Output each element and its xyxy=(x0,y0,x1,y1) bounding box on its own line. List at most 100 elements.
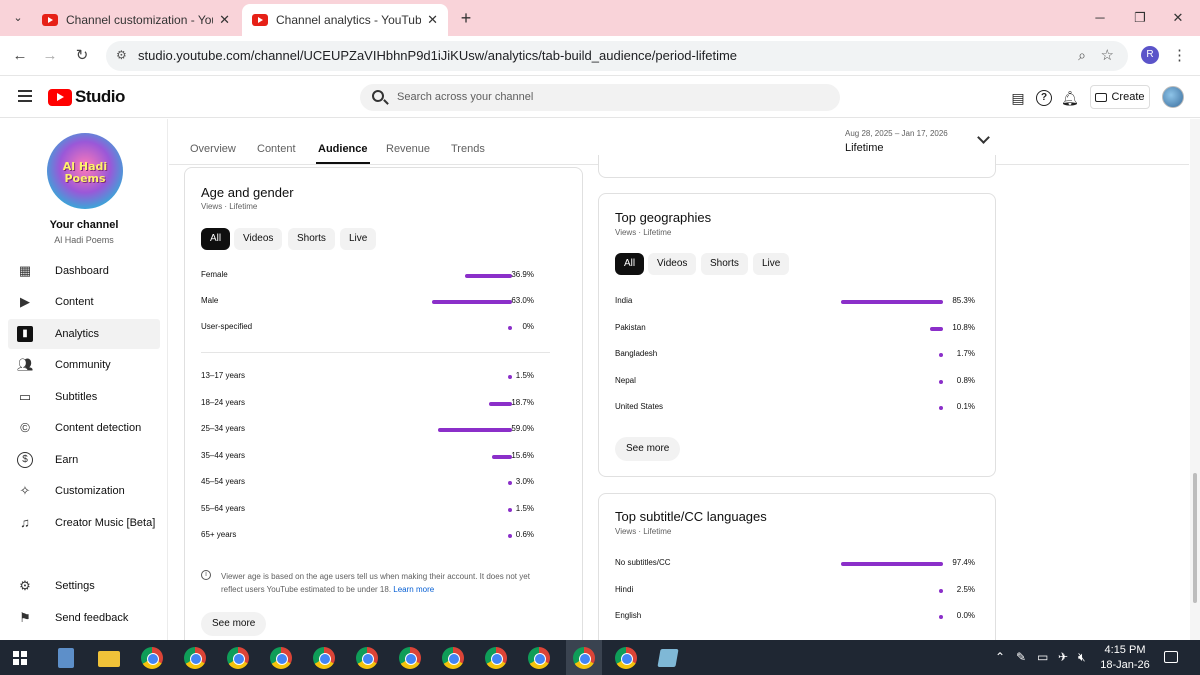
windows-taskbar: ⌃ ✎ ▭ ✈ 🔇︎ 4:15 PM 18-Jan-26 xyxy=(0,640,1200,675)
search-input[interactable]: Search across your channel xyxy=(360,84,840,111)
browser-menu-icon[interactable]: ⋮ xyxy=(1172,46,1187,64)
close-icon[interactable]: ✕ xyxy=(427,12,438,28)
sidebar-item-dashboard[interactable]: ▦ Dashboard xyxy=(8,256,160,286)
file-explorer-icon[interactable] xyxy=(98,651,120,667)
magic-wand-icon: ✧ xyxy=(19,483,31,498)
chrome-profile-icon[interactable] xyxy=(615,647,637,669)
forward-icon[interactable]: → xyxy=(40,46,60,66)
sidebar-item-analytics[interactable]: ▮ Analytics xyxy=(8,319,160,349)
chrome-profile-icon[interactable] xyxy=(313,647,335,669)
restore-icon[interactable]: ❐ xyxy=(1130,8,1150,28)
hamburger-menu-icon[interactable] xyxy=(18,90,32,102)
sidebar-item-customization[interactable]: ✧ Customization xyxy=(8,476,160,506)
tab-overview[interactable]: Overview xyxy=(190,143,236,155)
notifications-icon[interactable] xyxy=(1164,651,1178,663)
sidebar-item-creator-music[interactable]: ♫ Creator Music [Beta] xyxy=(8,508,160,538)
notifications-bell-icon[interactable]: 🔔︎ xyxy=(1061,90,1079,106)
community-icon: 👥︎ xyxy=(17,357,34,372)
sidebar: Al Hadi Poems Your channel Al Hadi Poems… xyxy=(0,119,168,640)
profile-avatar[interactable]: R xyxy=(1141,46,1159,64)
filter-chip-shorts[interactable]: Shorts xyxy=(288,228,335,250)
chrome-profile-icon[interactable] xyxy=(184,647,206,669)
pen-icon[interactable]: ✎ xyxy=(1016,650,1026,664)
sidebar-item-content[interactable]: ▶ Content xyxy=(8,287,160,317)
bookmark-star-icon[interactable]: ☆ xyxy=(1101,46,1114,64)
filter-chip-videos[interactable]: Videos xyxy=(648,253,697,275)
browser-tab-analytics[interactable]: Channel analytics - YouTube St ✕ xyxy=(242,4,448,36)
sidebar-item-earn[interactable]: $ Earn xyxy=(8,445,160,475)
zoom-icon[interactable]: ⌕ xyxy=(1078,47,1086,64)
sidebar-item-community[interactable]: 👥︎ Community xyxy=(8,350,160,380)
new-tab-icon[interactable]: + xyxy=(456,8,476,28)
period-label[interactable]: Lifetime xyxy=(845,142,884,154)
snipping-tool-icon[interactable] xyxy=(657,649,679,667)
stat-row-label: Nepal xyxy=(615,375,636,385)
tab-trends[interactable]: Trends xyxy=(451,143,485,155)
chrome-profile-icon[interactable] xyxy=(270,647,292,669)
studio-logo-text[interactable]: Studio xyxy=(75,87,125,107)
tab-content[interactable]: Content xyxy=(257,143,296,155)
calculator-icon[interactable] xyxy=(58,648,74,668)
chrome-active-icon[interactable] xyxy=(573,647,595,669)
stat-row: Male 63.0% xyxy=(201,296,534,310)
tab-search-icon[interactable]: ⌄ xyxy=(8,8,28,28)
chrome-profile-icon[interactable] xyxy=(485,647,507,669)
chrome-profile-icon[interactable] xyxy=(442,647,464,669)
battery-icon[interactable]: ▭ xyxy=(1037,650,1048,664)
filter-chip-live[interactable]: Live xyxy=(340,228,377,250)
filter-chip-all[interactable]: All xyxy=(201,228,231,250)
filter-chip-all[interactable]: All xyxy=(615,253,645,275)
network-icon[interactable]: ✈ xyxy=(1058,650,1068,664)
see-more-button[interactable]: See more xyxy=(615,437,681,461)
filter-chip-live[interactable]: Live xyxy=(753,253,790,275)
stat-row: 25–34 years 59.0% xyxy=(201,424,534,438)
create-label: Create xyxy=(1111,91,1145,103)
stat-row-label: Pakistan xyxy=(615,322,646,332)
help-icon[interactable]: ? xyxy=(1036,90,1052,106)
browser-tab-customization[interactable]: Channel customization - YouTu ✕ xyxy=(32,4,240,36)
site-info-icon[interactable]: ⚙ xyxy=(116,48,127,62)
stat-row: 35–44 years 15.6% xyxy=(201,451,534,465)
learn-more-link[interactable]: Learn more xyxy=(393,585,434,594)
tray-overflow-icon[interactable]: ⌃ xyxy=(995,650,1005,664)
sidebar-item-send-feedback[interactable]: ⚑ Send feedback xyxy=(8,603,160,633)
volume-muted-icon[interactable]: 🔇︎ xyxy=(1078,650,1086,665)
close-icon[interactable]: ✕ xyxy=(219,12,230,28)
studio-header: Studio Search across your channel ▤ ? 🔔︎… xyxy=(0,76,1200,118)
stat-row-percent: 0.0% xyxy=(956,611,975,620)
chrome-icon[interactable] xyxy=(141,647,163,669)
sidebar-item-settings[interactable]: ⚙ Settings xyxy=(8,571,160,601)
period-range[interactable]: Aug 28, 2025 – Jan 17, 2026 xyxy=(845,129,948,138)
tab-revenue[interactable]: Revenue xyxy=(386,143,430,155)
chrome-profile-icon[interactable] xyxy=(399,647,421,669)
stat-row-label: User-specified xyxy=(201,322,253,331)
back-icon[interactable]: ← xyxy=(10,46,30,66)
sidebar-item-content-detection[interactable]: © Content detection xyxy=(8,413,160,443)
account-avatar[interactable] xyxy=(1162,86,1184,108)
chrome-profile-icon[interactable] xyxy=(356,647,378,669)
see-more-button[interactable]: See more xyxy=(201,612,267,636)
tab-audience[interactable]: Audience xyxy=(316,143,370,164)
search-icon xyxy=(372,90,384,102)
minimize-icon[interactable]: ─ xyxy=(1090,8,1110,28)
url-field[interactable]: ⚙ studio.youtube.com/channel/UCEUPZaVIHb… xyxy=(106,41,1128,71)
comments-icon[interactable]: ▤ xyxy=(1010,90,1026,106)
taskbar-clock[interactable]: 4:15 PM 18-Jan-26 xyxy=(1100,643,1150,673)
scrollbar-thumb[interactable] xyxy=(1193,473,1197,603)
windows-start-icon[interactable] xyxy=(13,651,27,665)
sidebar-item-subtitles[interactable]: ▭ Subtitles xyxy=(8,382,160,412)
youtube-logo-icon[interactable] xyxy=(48,89,72,106)
analytics-icon: ▮ xyxy=(17,326,33,342)
channel-avatar-logo-text: Al Hadi Poems xyxy=(62,160,108,185)
channel-avatar[interactable]: Al Hadi Poems xyxy=(47,133,123,209)
filter-chip-videos[interactable]: Videos xyxy=(234,228,283,250)
chrome-profile-icon[interactable] xyxy=(227,647,249,669)
window-close-icon[interactable]: ✕ xyxy=(1168,8,1188,28)
create-button[interactable]: Create xyxy=(1090,85,1150,109)
stat-row: Bangladesh 1.7% xyxy=(615,349,975,363)
reload-icon[interactable]: ↻ xyxy=(72,46,92,66)
previous-card-bottom xyxy=(598,155,996,178)
chevron-down-icon[interactable] xyxy=(977,131,990,144)
chrome-profile-icon[interactable] xyxy=(528,647,550,669)
filter-chip-shorts[interactable]: Shorts xyxy=(701,253,748,275)
